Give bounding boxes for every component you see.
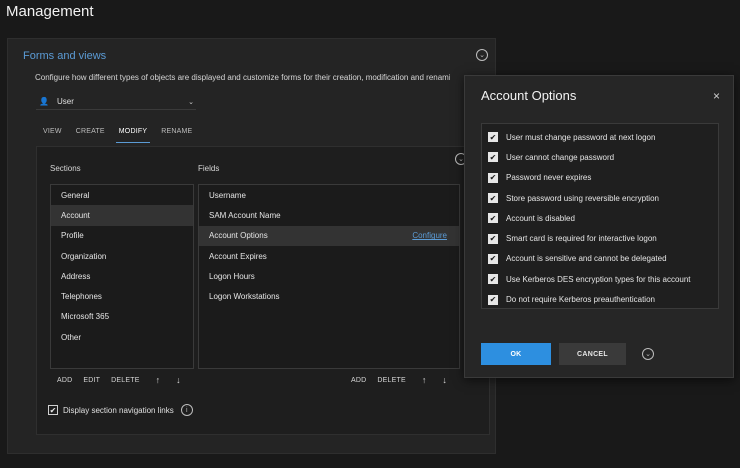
chevron-down-circle-icon[interactable]: ⌄ <box>476 49 488 61</box>
checkbox-checked-icon[interactable]: ✔ <box>488 294 498 305</box>
section-item-profile[interactable]: Profile <box>51 226 193 246</box>
sections-edit-button[interactable]: EDIT <box>83 377 100 384</box>
option-row[interactable]: ✔ Store password using reversible encrypt… <box>482 188 718 208</box>
chevron-down-circle-icon[interactable]: ⌄ <box>642 348 654 360</box>
option-label: Smart card is required for interactive l… <box>506 234 657 244</box>
checkbox-checked-icon[interactable]: ✔ <box>488 233 498 244</box>
option-row[interactable]: ✔ User cannot change password <box>482 147 718 167</box>
fields-heading: Fields <box>198 164 220 173</box>
tab-modify[interactable]: MODIFY <box>115 126 151 143</box>
page-title: Management <box>6 3 94 20</box>
object-type-select[interactable]: 👤 User ⌄ <box>36 94 196 110</box>
account-options-list: ✔ User must change password at next logon… <box>481 123 719 309</box>
field-item-username[interactable]: Username <box>199 185 459 205</box>
arrow-up-icon[interactable]: ↑ <box>422 375 427 385</box>
option-row[interactable]: ✔ Smart card is required for interactive … <box>482 228 718 248</box>
arrow-down-icon[interactable]: ↓ <box>442 375 447 385</box>
tab-rename[interactable]: RENAME <box>161 126 192 143</box>
ok-button[interactable]: OK <box>481 343 551 365</box>
account-options-dialog: Account Options × ✔ User must change pass… <box>464 75 734 378</box>
display-nav-row: ✔ Display section navigation links i <box>48 404 193 416</box>
cancel-button[interactable]: CANCEL <box>559 343 626 365</box>
dialog-title: Account Options <box>481 88 577 103</box>
section-item-general[interactable]: General <box>51 185 193 205</box>
section-item-organization[interactable]: Organization <box>51 246 193 266</box>
checkbox-checked-icon[interactable]: ✔ <box>488 193 498 204</box>
arrow-down-icon[interactable]: ↓ <box>176 375 181 385</box>
forms-and-views-card: Forms and views ⌄ Configure how differen… <box>7 38 496 454</box>
checkbox-checked-icon[interactable]: ✔ <box>488 132 498 143</box>
option-label: Account is disabled <box>506 213 575 223</box>
fields-delete-button[interactable]: DELETE <box>377 377 405 384</box>
sections-list: General Account Profile Organization Add… <box>50 184 194 369</box>
option-row[interactable]: ✔ Account is disabled <box>482 208 718 228</box>
option-label: Use Kerberos DES encryption types for th… <box>506 274 691 284</box>
section-item-account[interactable]: Account <box>51 205 193 226</box>
user-icon: 👤 <box>39 97 49 106</box>
checkbox-checked-icon[interactable]: ✔ <box>488 274 498 285</box>
fields-toolbar: ADD DELETE ↑ ↓ <box>351 375 463 385</box>
chevron-down-icon: ⌄ <box>188 98 194 106</box>
tab-create[interactable]: CREATE <box>76 126 105 143</box>
section-item-address[interactable]: Address <box>51 266 193 286</box>
tab-view[interactable]: VIEW <box>43 126 62 143</box>
field-item-logon-workstations[interactable]: Logon Workstations <box>199 286 459 306</box>
option-label: Account is sensitive and cannot be deleg… <box>506 254 667 264</box>
field-item-account-expires[interactable]: Account Expires <box>199 246 459 266</box>
checkbox-checked-icon[interactable]: ✔ <box>488 253 498 264</box>
option-label: Do not require Kerberos preauthenticatio… <box>506 295 655 305</box>
sections-delete-button[interactable]: DELETE <box>111 377 139 384</box>
field-item-account-options[interactable]: Account Options Configure <box>199 225 459 246</box>
section-item-other[interactable]: Other <box>51 327 193 347</box>
field-item-sam-account-name[interactable]: SAM Account Name <box>199 205 459 225</box>
option-row[interactable]: ✔ Do not require Kerberos preauthenticati… <box>482 289 718 309</box>
checkbox-checked-icon[interactable]: ✔ <box>488 213 498 224</box>
tab-bar: VIEW CREATE MODIFY RENAME <box>43 126 206 143</box>
option-label: Password never expires <box>506 173 592 183</box>
option-label: User cannot change password <box>506 152 615 162</box>
object-type-value: User <box>57 97 74 106</box>
display-nav-label: Display section navigation links <box>63 405 174 415</box>
section-item-telephones[interactable]: Telephones <box>51 286 193 306</box>
fields-add-button[interactable]: ADD <box>351 377 366 384</box>
card-description: Configure how different types of objects… <box>35 73 450 82</box>
option-label: User must change password at next logon <box>506 132 656 142</box>
card-title: Forms and views <box>23 50 107 62</box>
info-icon[interactable]: i <box>180 404 193 416</box>
arrow-up-icon[interactable]: ↑ <box>156 375 161 385</box>
field-item-label: Account Options <box>209 231 268 241</box>
sections-add-button[interactable]: ADD <box>57 377 72 384</box>
configure-link[interactable]: Configure <box>412 231 447 240</box>
checkbox-checked-icon[interactable]: ✔ <box>488 152 498 163</box>
checkbox-checked-icon[interactable]: ✔ <box>488 172 498 183</box>
option-row[interactable]: ✔ Account is sensitive and cannot be dele… <box>482 249 718 269</box>
field-item-logon-hours[interactable]: Logon Hours <box>199 266 459 286</box>
close-icon[interactable]: × <box>713 89 720 103</box>
display-nav-checkbox[interactable]: ✔ <box>48 405 58 415</box>
sections-toolbar: ADD EDIT DELETE ↑ ↓ <box>57 375 197 385</box>
sections-heading: Sections <box>50 164 81 173</box>
section-item-microsoft-365[interactable]: Microsoft 365 <box>51 307 193 327</box>
option-row[interactable]: ✔ User must change password at next logon <box>482 127 718 147</box>
option-row[interactable]: ✔ Password never expires <box>482 168 718 188</box>
modify-panel: ⌄ Sections Fields General Account Profil… <box>36 146 490 435</box>
option-row[interactable]: ✔ Use Kerberos DES encryption types for t… <box>482 269 718 289</box>
option-label: Store password using reversible encrypti… <box>506 193 659 203</box>
fields-list: Username SAM Account Name Account Option… <box>198 184 460 369</box>
